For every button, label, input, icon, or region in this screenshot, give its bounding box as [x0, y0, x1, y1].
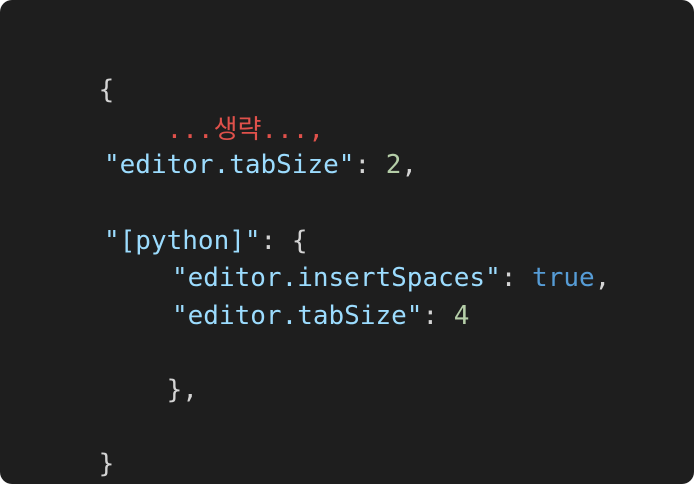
code-line-open-brace: { — [36, 36, 115, 105]
code-line-python-close: }, — [104, 336, 198, 405]
code-line-python-tabsize: "editor.tabSize": 4 — [172, 298, 469, 334]
insert-spaces-key: "editor.insertSpaces" — [172, 263, 501, 293]
python-close: }, — [166, 375, 198, 405]
code-line-omitted: ...생략..., — [104, 76, 324, 145]
colon: : — [422, 301, 454, 331]
insert-spaces-value: true — [532, 263, 595, 293]
comma: , — [401, 150, 418, 180]
python-tabsize-value: 4 — [453, 301, 470, 331]
python-key: "[python]" — [104, 226, 261, 256]
code-line-close-brace: } — [36, 410, 115, 479]
tabsize-value: 2 — [385, 150, 402, 180]
python-open: : { — [260, 226, 308, 256]
colon: : — [354, 150, 386, 180]
python-tabsize-key: "editor.tabSize" — [172, 301, 423, 331]
tabsize-key: "editor.tabSize" — [104, 150, 355, 180]
close-brace: } — [98, 449, 115, 479]
code-line-insert-spaces: "editor.insertSpaces": true, — [172, 260, 610, 296]
omitted-placeholder: ...생략..., — [166, 115, 325, 145]
code-line-tabsize: "editor.tabSize": 2, — [104, 147, 417, 183]
comma: , — [594, 263, 611, 293]
code-block: { ...생략..., "editor.tabSize": 2, "[pytho… — [0, 0, 694, 484]
code-line-python-open: "[python]": { — [104, 223, 308, 259]
colon: : — [500, 263, 533, 293]
